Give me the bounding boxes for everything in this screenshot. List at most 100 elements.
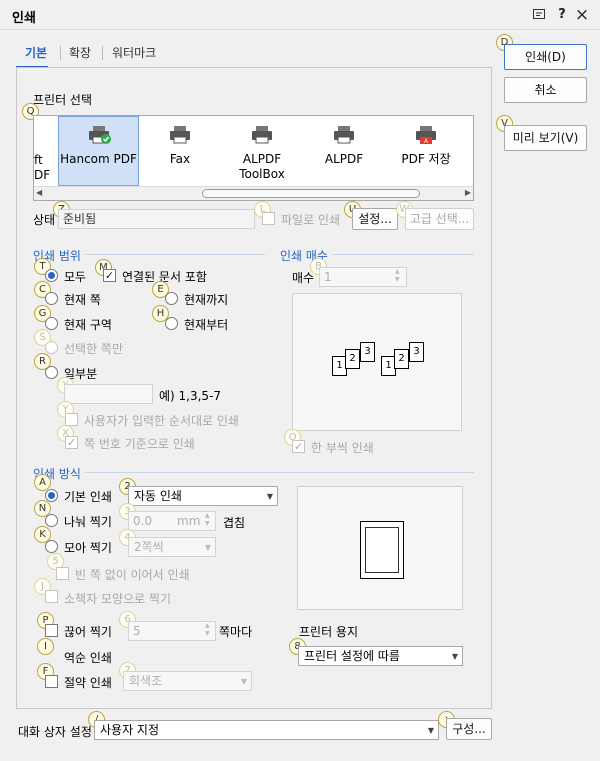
booklet-label: 소책자 모양으로 찍기 xyxy=(64,592,171,606)
printer-partial: ft xyxy=(34,153,43,167)
printer-name: ALPDF xyxy=(324,152,364,166)
basic-print-radio[interactable] xyxy=(45,489,58,502)
range-selected-radio[interactable] xyxy=(45,341,58,354)
copies-input[interactable]: 1 xyxy=(319,267,407,287)
page-thumb: 3 xyxy=(409,342,424,362)
page-content-area xyxy=(365,527,399,573)
copies-preview: 1 2 3 1 2 3 xyxy=(292,293,462,431)
cut-spinner-icon[interactable]: ▲ ▼ xyxy=(205,622,210,638)
tab-watermark[interactable]: 워터마크 xyxy=(112,44,156,61)
scroll-left-icon[interactable]: ◀ xyxy=(36,188,42,197)
range-all-radio[interactable] xyxy=(45,269,58,282)
section-divider xyxy=(85,254,265,255)
basic-print-mode-select[interactable]: 자동 인쇄 ▼ xyxy=(128,486,278,506)
gather-mode-select[interactable]: 2쪽씩 ▼ xyxy=(128,537,216,557)
tab-extended[interactable]: 확장 xyxy=(69,44,91,61)
split-spinner-icon[interactable]: ▲ ▼ xyxy=(205,512,210,528)
range-from-current-radio[interactable] xyxy=(165,317,178,330)
tab-separator xyxy=(60,46,61,60)
printer-item-pdf-save[interactable]: A PDF 저장 xyxy=(386,117,466,186)
settings-button[interactable]: 설정... xyxy=(352,208,398,230)
cut-pages-input[interactable]: 5 xyxy=(128,621,216,641)
printer-icon xyxy=(170,126,190,144)
save-print-label: 절약 인쇄 xyxy=(64,676,112,690)
page-order-checkbox[interactable]: ✓ xyxy=(65,436,78,449)
chat-icon[interactable] xyxy=(530,5,548,25)
split-overlap-input[interactable]: 0.0 mm xyxy=(128,511,216,531)
printer-name: PDF 저장 xyxy=(401,152,451,166)
gather-mode-value: 2쪽씩 xyxy=(134,540,164,554)
scroll-thumb[interactable] xyxy=(202,189,420,198)
split-suffix-label: 겹침 xyxy=(223,516,246,530)
printer-name: ALPDF ToolBox xyxy=(239,152,285,181)
basic-print-mode-value: 자동 인쇄 xyxy=(134,489,182,503)
printer-list[interactable]: ft DF Hancom PDF Fax ALPDF ToolBox ALPDF… xyxy=(33,115,474,201)
close-icon[interactable]: × xyxy=(573,5,591,25)
scroll-right-icon[interactable]: ▶ xyxy=(465,188,471,197)
status-label: 상태 xyxy=(33,213,56,227)
range-current-section-label: 현재 구역 xyxy=(64,318,112,332)
cut-print-checkbox[interactable] xyxy=(45,624,58,637)
paper-value: 프린터 설정에 따름 xyxy=(304,649,400,663)
no-blank-checkbox[interactable] xyxy=(56,567,69,580)
range-from-current-label: 현재부터 xyxy=(184,318,229,332)
chevron-down-icon: ▼ xyxy=(204,543,211,552)
basic-print-label: 기본 인쇄 xyxy=(64,490,112,504)
printer-icon xyxy=(88,126,111,144)
split-print-label: 나눠 찍기 xyxy=(64,515,112,529)
printer-item-alpdf[interactable]: ALPDF xyxy=(304,117,384,186)
gather-print-radio[interactable] xyxy=(45,540,58,553)
printer-item-hancom-pdf[interactable]: Hancom PDF xyxy=(58,116,139,186)
copies-spinner-icon[interactable]: ▲ ▼ xyxy=(395,268,400,284)
cut-print-label: 끊어 찍기 xyxy=(64,625,112,639)
printer-select-heading: 프린터 선택 xyxy=(33,93,93,107)
paper-select[interactable]: 프린터 설정에 따름 ▼ xyxy=(298,646,463,666)
section-divider xyxy=(85,472,474,473)
cancel-button[interactable]: 취소 xyxy=(504,77,587,103)
tab-separator xyxy=(102,46,103,60)
dialog-settings-select[interactable]: 사용자 지정 ▼ xyxy=(94,720,439,740)
configure-button[interactable]: 구성... xyxy=(446,718,492,740)
user-order-checkbox[interactable] xyxy=(65,413,78,426)
printer-name: Fax xyxy=(169,152,191,166)
save-print-checkbox[interactable] xyxy=(45,675,58,688)
printer-item-alpdf-toolbox[interactable]: ALPDF ToolBox xyxy=(222,117,302,186)
print-to-file-checkbox[interactable] xyxy=(262,212,275,225)
page-thumb: 3 xyxy=(360,342,375,362)
tab-basic[interactable]: 기본 xyxy=(25,44,47,61)
chevron-down-icon: ▼ xyxy=(451,652,458,661)
no-blank-label: 빈 쪽 없이 이어서 인쇄 xyxy=(75,568,190,582)
dialog-settings-label: 대화 상자 설정 xyxy=(18,725,92,739)
horizontal-scrollbar[interactable]: ◀ ▶ xyxy=(34,186,473,200)
save-mode-value: 회색조 xyxy=(129,674,163,688)
help-icon[interactable]: ? xyxy=(553,5,571,25)
split-print-radio[interactable] xyxy=(45,514,58,527)
preview-button[interactable]: 미리 보기(V) xyxy=(504,125,587,151)
booklet-checkbox[interactable] xyxy=(45,590,58,603)
range-selected-label: 선택한 쪽만 xyxy=(64,342,124,356)
linked-docs-checkbox[interactable]: ✓ xyxy=(103,269,116,282)
advanced-button[interactable]: 고급 선택... xyxy=(405,208,474,230)
range-all-label: 모두 xyxy=(64,270,87,284)
dialog-title: 인쇄 xyxy=(12,11,36,26)
range-current-page-label: 현재 쪽 xyxy=(64,293,101,307)
range-partial-radio[interactable] xyxy=(45,366,58,379)
range-to-current-radio[interactable] xyxy=(165,292,178,305)
reverse-print-label: 역순 인쇄 xyxy=(64,651,112,665)
save-mode-select[interactable]: 회색조 ▼ xyxy=(123,671,252,691)
printer-icon xyxy=(334,126,354,144)
cut-suffix-label: 쪽마다 xyxy=(219,625,253,639)
page-preview xyxy=(360,521,404,579)
collate-checkbox[interactable]: ✓ xyxy=(292,440,305,453)
title-bar xyxy=(0,0,600,30)
page-thumb: 2 xyxy=(394,349,409,369)
printer-item-fax[interactable]: Fax xyxy=(140,117,220,186)
range-current-section-radio[interactable] xyxy=(45,317,58,330)
chevron-down-icon: ▼ xyxy=(427,726,434,735)
print-button[interactable]: 인쇄(D) xyxy=(504,44,587,70)
range-current-page-radio[interactable] xyxy=(45,292,58,305)
partial-range-input[interactable] xyxy=(64,384,153,404)
paper-label: 프린터 용지 xyxy=(299,625,359,639)
print-to-file-label: 파일로 인쇄 xyxy=(281,213,341,227)
page-thumb: 2 xyxy=(345,349,360,369)
